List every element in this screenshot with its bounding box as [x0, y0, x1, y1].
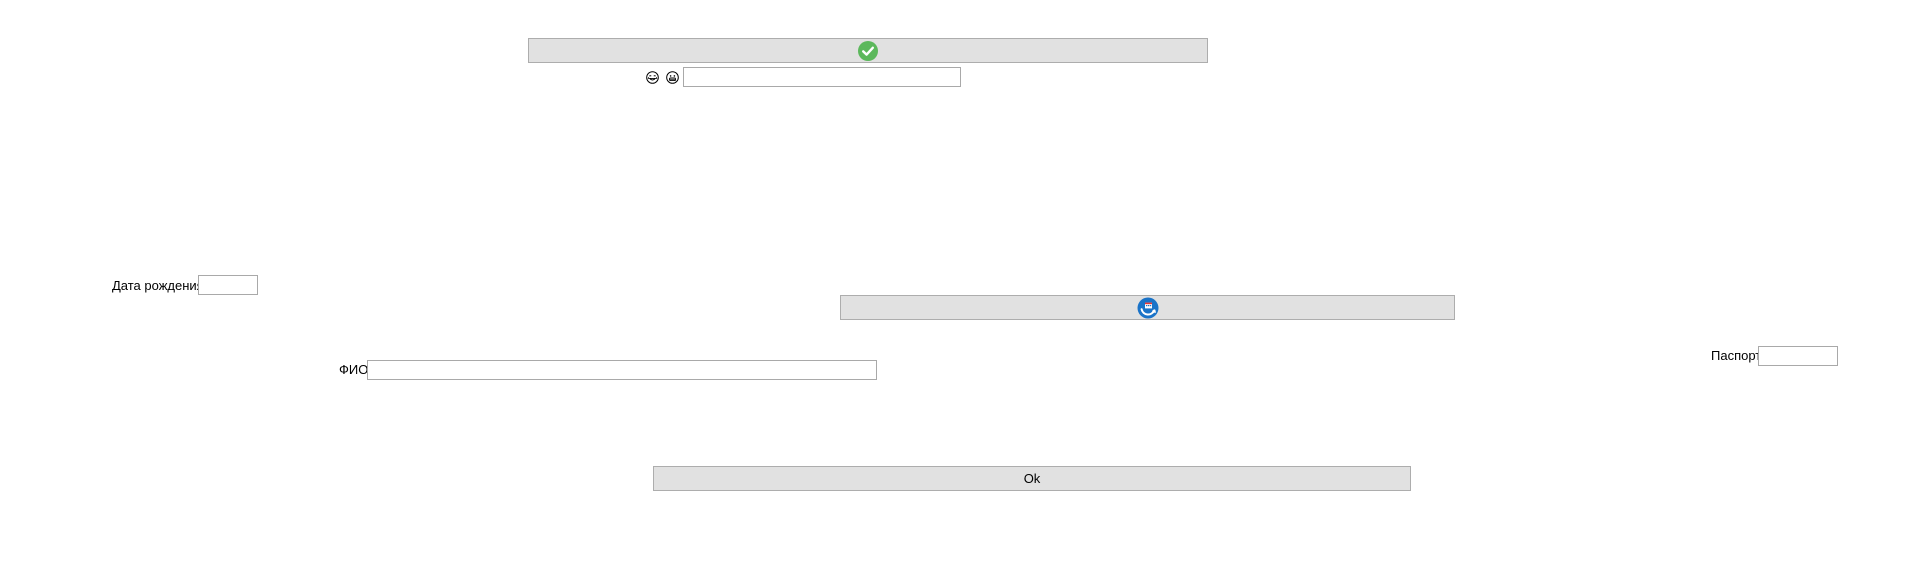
ok-button[interactable]: Ok [653, 466, 1411, 491]
full-name-field[interactable] [367, 360, 877, 380]
top-text-field[interactable] [683, 67, 961, 87]
grinning-face-icon[interactable] [666, 71, 679, 84]
full-name-label: ФИО [339, 362, 369, 377]
smiling-face-with-tears-icon[interactable] [646, 71, 659, 84]
confirm-button[interactable] [528, 38, 1208, 63]
check-circle-icon [858, 40, 878, 61]
birth-date-label: Дата рождения [112, 278, 204, 293]
passport-label: Паспорт [1711, 348, 1762, 363]
refresh-calendar-icon [1137, 297, 1159, 319]
refresh-button[interactable] [840, 295, 1455, 320]
birth-date-field[interactable] [198, 275, 258, 295]
passport-field[interactable] [1758, 346, 1838, 366]
